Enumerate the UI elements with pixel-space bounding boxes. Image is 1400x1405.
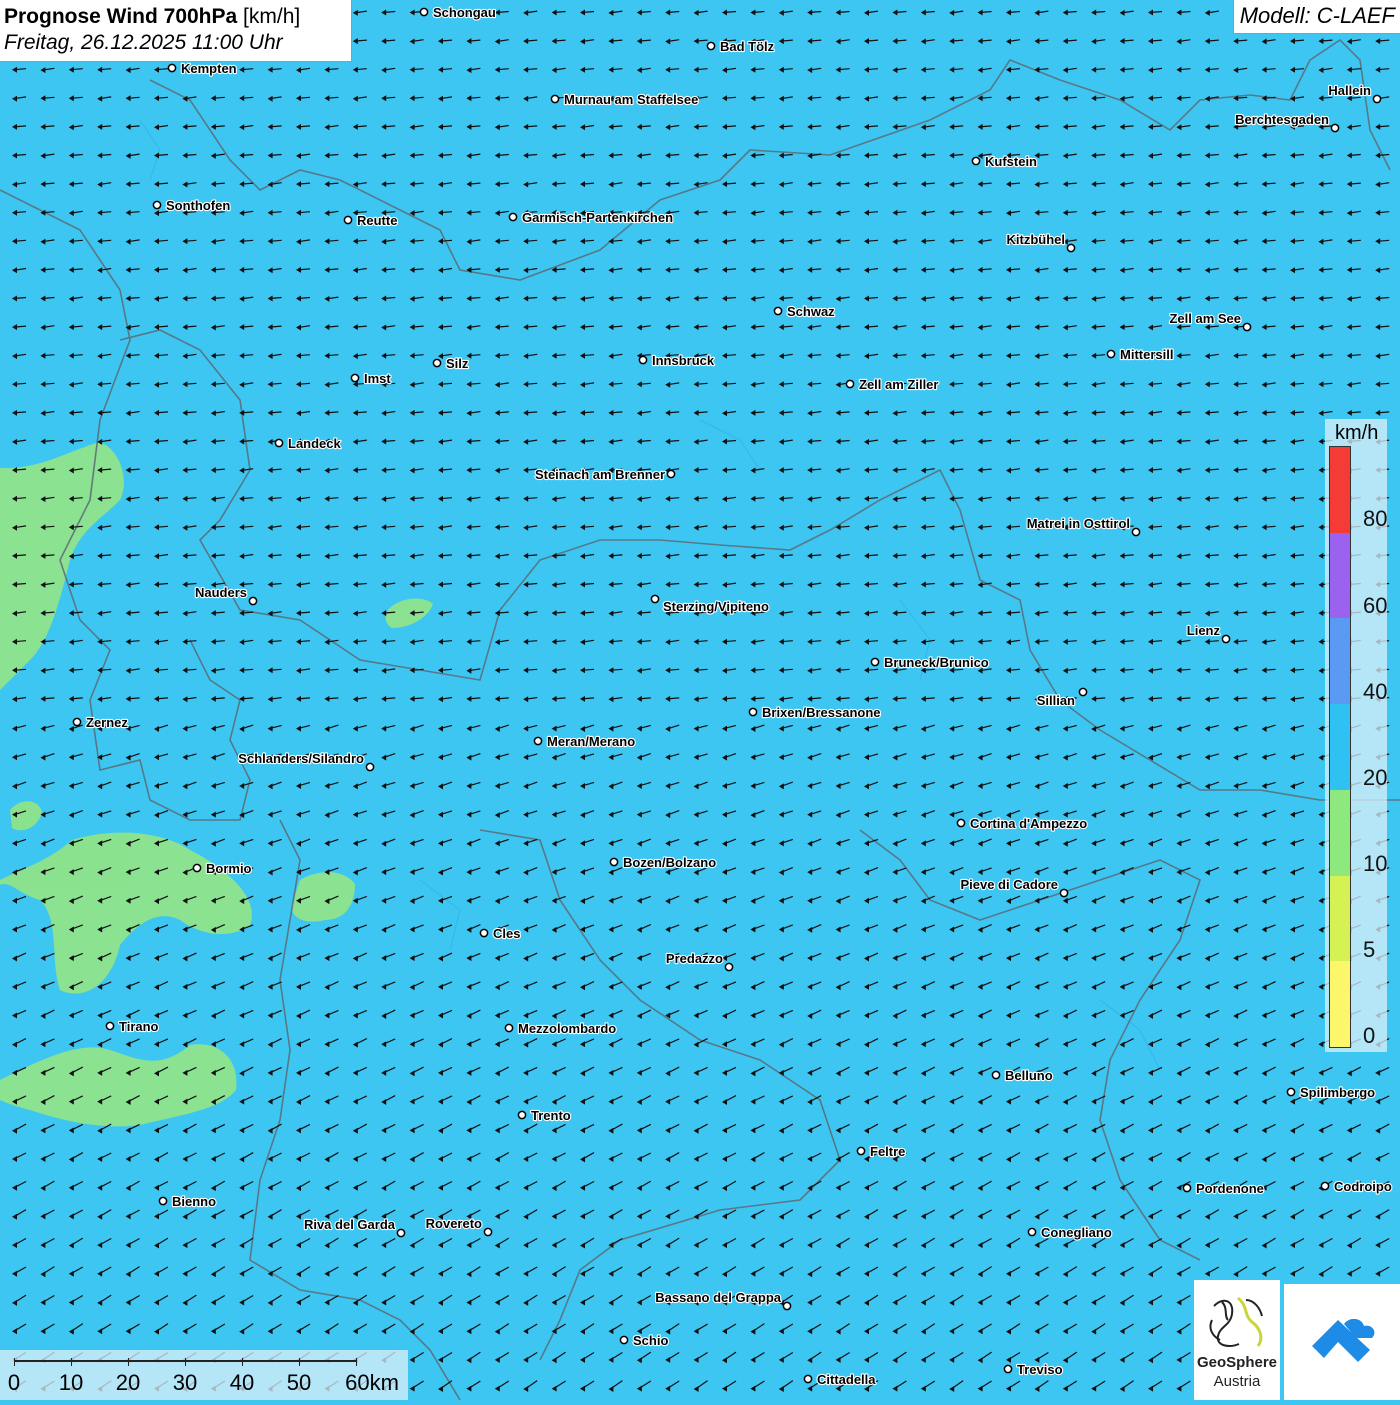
- city-label: Imst: [364, 371, 391, 386]
- city-dot: [1331, 124, 1338, 131]
- city-dot: [639, 356, 646, 363]
- city-marker: Sterzing/Vipiteno: [651, 595, 769, 614]
- city-dot: [651, 595, 658, 602]
- city-marker: Garmisch-Partenkirchen: [509, 210, 673, 225]
- city-marker: Brixen/Bressanone: [749, 705, 880, 720]
- city-dot: [1132, 528, 1139, 535]
- city-label: Sillian: [1037, 693, 1075, 708]
- city-label: Steinach am Brenner: [535, 467, 665, 482]
- city-dot: [433, 359, 440, 366]
- city-dot: [871, 658, 878, 665]
- city-dot: [1243, 323, 1250, 330]
- city-dot: [344, 216, 351, 223]
- city-dot: [420, 8, 427, 15]
- city-dot: [249, 597, 256, 604]
- city-label: Landeck: [288, 436, 342, 451]
- city-dot: [1079, 688, 1086, 695]
- city-dot: [774, 307, 781, 314]
- city-label: Berchtesgaden: [1235, 112, 1329, 127]
- city-dot: [153, 201, 160, 208]
- city-dot: [551, 95, 558, 102]
- city-marker: Bruneck/Brunico: [871, 655, 988, 670]
- city-label: Sterzing/Vipiteno: [663, 599, 769, 614]
- wind-map: Schongau Bad Tölz Kempten Murnau am Staffel…: [0, 0, 1400, 1400]
- city-label: Matrei in Osttirol: [1027, 516, 1130, 531]
- city-dot: [1373, 95, 1380, 102]
- city-label: Kitzbühel: [1007, 232, 1066, 247]
- city-label: Bad Tölz: [720, 39, 775, 54]
- city-label: Silz: [446, 356, 469, 371]
- city-dot: [1222, 635, 1229, 642]
- city-label: Nauders: [195, 585, 247, 600]
- city-marker: Steinach am Brenner: [535, 467, 675, 482]
- city-dot: [972, 157, 979, 164]
- city-label: Hallein: [1328, 83, 1371, 98]
- city-label: Mittersill: [1120, 347, 1173, 362]
- city-dot: [275, 439, 282, 446]
- city-dot: [73, 718, 80, 725]
- city-dot: [1107, 350, 1114, 357]
- city-label: Bruneck/Brunico: [884, 655, 989, 670]
- city-label: Innsbruck: [652, 353, 715, 368]
- city-label: Zell am See: [1169, 311, 1241, 326]
- city-dot: [667, 470, 674, 477]
- city-label: Lienz: [1187, 623, 1221, 638]
- city-label: Kufstein: [985, 154, 1037, 169]
- city-marker: Murnau am Staffelsee: [551, 92, 698, 107]
- city-dot: [846, 380, 853, 387]
- city-label: Sonthofen: [166, 198, 230, 213]
- city-label: Kempten: [181, 61, 237, 76]
- city-label: Murnau am Staffelsee: [564, 92, 698, 107]
- city-label: Schongau: [433, 5, 496, 20]
- city-dot: [351, 374, 358, 381]
- city-label: Garmisch-Partenkirchen: [522, 210, 673, 225]
- city-label: Zernez: [86, 715, 128, 730]
- city-marker: Zell am Ziller: [846, 377, 938, 392]
- city-dot: [168, 64, 175, 71]
- city-label: Reutte: [357, 213, 397, 228]
- city-label: Zell am Ziller: [859, 377, 938, 392]
- city-dot: [509, 213, 516, 220]
- city-dot: [1067, 244, 1074, 251]
- city-label: Schwaz: [787, 304, 835, 319]
- city-dot: [707, 42, 714, 49]
